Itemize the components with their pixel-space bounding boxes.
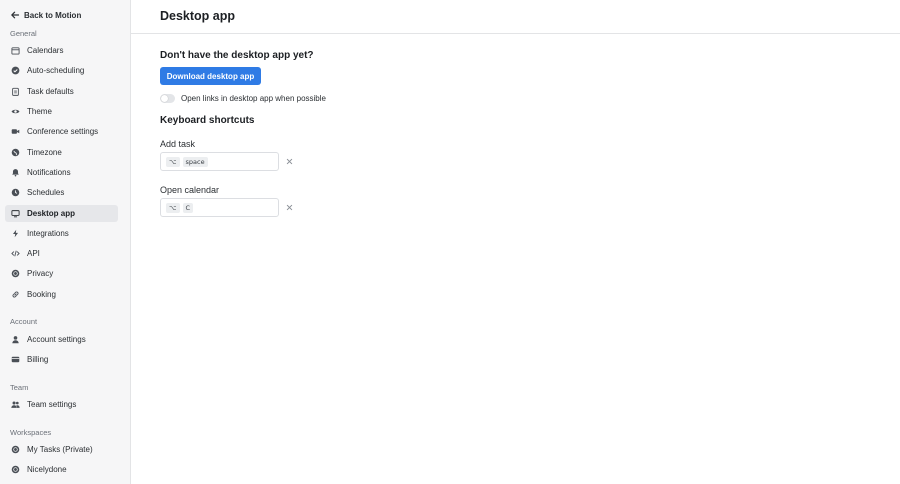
sidebar-item-label: Billing: [27, 355, 49, 364]
sidebar-item-calendars[interactable]: Calendars: [5, 42, 118, 59]
check-circle-icon: [11, 66, 20, 75]
sidebar-item-label: Auto-scheduling: [27, 66, 85, 75]
sidebar-item-auto-scheduling[interactable]: Auto-scheduling: [5, 62, 118, 79]
globe-icon: [11, 148, 20, 157]
sidebar-item-label: Timezone: [27, 148, 62, 157]
sidebar-item-billing[interactable]: Billing: [5, 351, 118, 368]
link-icon: [11, 290, 20, 299]
shortcut-input-add-task[interactable]: ⌥ space: [160, 152, 279, 171]
settings-sidebar: Back to Motion General Calendars Auto-sc…: [0, 0, 131, 484]
sidebar-item-label: Nicelydone: [27, 465, 67, 474]
option-key-badge: ⌥: [166, 156, 180, 167]
bolt-icon: [11, 229, 20, 238]
back-to-motion-link[interactable]: Back to Motion: [10, 8, 81, 22]
clock-icon: [11, 188, 20, 197]
section-label-team: Team: [10, 383, 29, 392]
user-icon: [11, 335, 20, 344]
code-icon: [11, 249, 20, 258]
shield-icon: [11, 269, 20, 278]
calendar-icon: [11, 46, 20, 55]
close-icon: [286, 204, 293, 211]
sidebar-item-label: Schedules: [27, 188, 65, 197]
download-heading: Don't have the desktop app yet?: [160, 50, 314, 61]
section-label-workspaces: Workspaces: [10, 428, 52, 437]
shortcut-label-open-calendar: Open calendar: [160, 185, 220, 195]
sidebar-item-theme[interactable]: Theme: [5, 103, 118, 120]
sidebar-item-label: Team settings: [27, 400, 77, 409]
section-label-account: Account: [10, 317, 38, 326]
sidebar-item-label: Conference settings: [27, 127, 99, 136]
sidebar-item-nicelydone[interactable]: Nicelydone: [5, 461, 118, 478]
section-label-general: General: [10, 29, 37, 38]
sidebar-item-label: Theme: [27, 107, 52, 116]
users-icon: [11, 400, 20, 409]
open-links-setting: Open links in desktop app when possible: [160, 94, 326, 103]
sidebar-item-label: Calendars: [27, 46, 64, 55]
sidebar-item-label: Desktop app: [27, 209, 76, 218]
key-badge: space: [182, 156, 208, 167]
sidebar-item-api[interactable]: API: [5, 245, 118, 262]
keyboard-shortcuts-heading: Keyboard shortcuts: [160, 115, 255, 126]
sidebar-item-desktop-app[interactable]: Desktop app: [5, 205, 118, 222]
clear-shortcut-add-task-button[interactable]: [285, 157, 294, 166]
sidebar-item-notifications[interactable]: Notifications: [5, 164, 118, 181]
sidebar-item-privacy[interactable]: Privacy: [5, 265, 118, 282]
sidebar-item-booking[interactable]: Booking: [5, 286, 118, 303]
sidebar-item-label: Account settings: [27, 335, 86, 344]
sidebar-item-label: Integrations: [27, 229, 69, 238]
open-links-toggle[interactable]: [160, 94, 175, 103]
sidebar-item-team-settings[interactable]: Team settings: [5, 396, 118, 413]
monitor-icon: [11, 209, 20, 218]
workspace-icon: [11, 465, 20, 474]
key-badge: C: [182, 202, 194, 213]
eye-icon: [11, 107, 20, 116]
sidebar-item-label: Notifications: [27, 168, 71, 177]
open-links-label: Open links in desktop app when possible: [181, 94, 326, 103]
sidebar-item-timezone[interactable]: Timezone: [5, 144, 118, 161]
sidebar-item-label: Task defaults: [27, 87, 74, 96]
download-desktop-app-button[interactable]: Download desktop app: [160, 67, 261, 85]
video-icon: [11, 127, 20, 136]
clipboard-icon: [11, 87, 20, 96]
sidebar-item-label: My Tasks (Private): [27, 445, 93, 454]
sidebar-item-my-tasks[interactable]: My Tasks (Private): [5, 441, 118, 458]
credit-card-icon: [11, 355, 20, 364]
option-key-badge: ⌥: [166, 202, 180, 213]
close-icon: [286, 158, 293, 165]
sidebar-item-conference-settings[interactable]: Conference settings: [5, 123, 118, 140]
sidebar-item-account-settings[interactable]: Account settings: [5, 331, 118, 348]
shortcut-input-open-calendar[interactable]: ⌥ C: [160, 198, 279, 217]
arrow-left-icon: [11, 11, 20, 19]
page-header: Desktop app: [131, 0, 900, 34]
page-title: Desktop app: [160, 9, 236, 23]
back-label: Back to Motion: [24, 10, 82, 20]
workspace-icon: [11, 445, 20, 454]
bell-icon: [11, 168, 20, 177]
sidebar-item-task-defaults[interactable]: Task defaults: [5, 83, 118, 100]
sidebar-item-integrations[interactable]: Integrations: [5, 225, 118, 242]
clear-shortcut-open-calendar-button[interactable]: [285, 203, 294, 212]
sidebar-item-label: API: [27, 249, 40, 258]
sidebar-item-label: Privacy: [27, 269, 54, 278]
sidebar-item-label: Booking: [27, 290, 56, 299]
shortcut-label-add-task: Add task: [160, 139, 196, 149]
sidebar-item-schedules[interactable]: Schedules: [5, 184, 118, 201]
